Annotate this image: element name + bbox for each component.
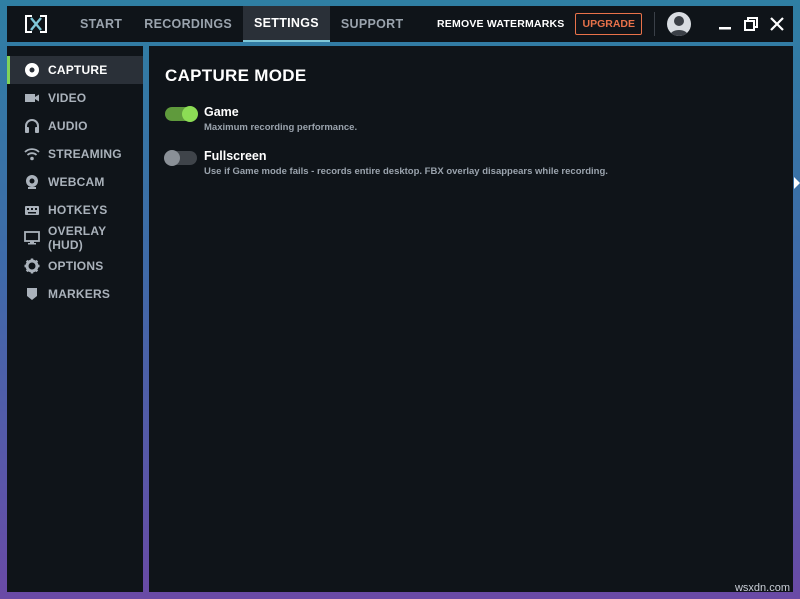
tab-recordings[interactable]: RECORDINGS — [133, 6, 243, 42]
remove-watermarks-link[interactable]: REMOVE WATERMARKS — [437, 18, 564, 30]
toggle-knob — [164, 150, 180, 166]
close-icon[interactable] — [767, 14, 787, 34]
sidebar-item-label: STREAMING — [48, 147, 122, 161]
option-description: Use if Game mode fails - records entire … — [204, 166, 608, 177]
avatar[interactable] — [667, 12, 691, 36]
sidebar-item-label: AUDIO — [48, 119, 88, 133]
sidebar-item-overlay[interactable]: OVERLAY (HUD) — [7, 224, 143, 252]
wifi-icon — [24, 146, 40, 162]
monitor-icon — [24, 230, 40, 246]
option-fullscreen: Fullscreen Use if Game mode fails - reco… — [164, 149, 608, 177]
tab-support[interactable]: SUPPORT — [330, 6, 415, 42]
chevron-right-icon — [794, 176, 800, 189]
video-camera-icon — [24, 90, 40, 106]
fullscreen-mode-toggle[interactable] — [164, 150, 197, 166]
gear-icon — [24, 258, 40, 274]
option-title: Fullscreen — [204, 149, 267, 163]
toggle-knob — [182, 106, 198, 122]
headphones-icon — [24, 118, 40, 134]
sidebar-item-markers[interactable]: MARKERS — [7, 280, 143, 308]
sidebar-item-label: WEBCAM — [48, 175, 105, 189]
sidebar-item-label: HOTKEYS — [48, 203, 108, 217]
watermark-text: wsxdn.com — [734, 582, 790, 594]
restore-icon[interactable] — [741, 14, 761, 34]
tab-start[interactable]: START — [69, 6, 133, 42]
sidebar-item-label: OPTIONS — [48, 259, 104, 273]
record-icon — [24, 62, 40, 78]
option-game: Game Maximum recording performance. — [165, 105, 357, 133]
sidebar-item-audio[interactable]: AUDIO — [7, 112, 143, 140]
sidebar: CAPTURE VIDEO AUDIO STREAMING WEBCAM HOT… — [7, 46, 143, 592]
sidebar-item-video[interactable]: VIDEO — [7, 84, 143, 112]
sidebar-item-hotkeys[interactable]: HOTKEYS — [7, 196, 143, 224]
sidebar-item-options[interactable]: OPTIONS — [7, 252, 143, 280]
sidebar-item-streaming[interactable]: STREAMING — [7, 140, 143, 168]
sidebar-item-label: OVERLAY (HUD) — [48, 224, 107, 252]
topbar-divider — [654, 12, 655, 36]
webcam-icon — [24, 174, 40, 190]
game-mode-toggle[interactable] — [165, 106, 198, 122]
app-logo-icon[interactable] — [21, 11, 51, 37]
tab-settings[interactable]: SETTINGS — [242, 6, 330, 42]
sidebar-item-webcam[interactable]: WEBCAM — [7, 168, 143, 196]
minimize-icon[interactable] — [715, 14, 735, 34]
upgrade-button[interactable]: UPGRADE — [575, 13, 642, 35]
page-title: CAPTURE MODE — [165, 66, 307, 85]
top-bar: START RECORDINGS SETTINGS SUPPORT REMOVE… — [7, 6, 793, 42]
sidebar-item-label: VIDEO — [48, 91, 87, 105]
marker-icon — [24, 286, 40, 302]
main-panel: CAPTURE MODE Game Maximum recording perf… — [149, 46, 793, 592]
option-title: Game — [204, 105, 239, 119]
option-description: Maximum recording performance. — [204, 122, 358, 133]
keyboard-icon — [24, 202, 40, 218]
sidebar-item-label: CAPTURE — [48, 63, 108, 77]
sidebar-item-label: MARKERS — [48, 287, 111, 301]
sidebar-item-capture[interactable]: CAPTURE — [7, 56, 143, 84]
